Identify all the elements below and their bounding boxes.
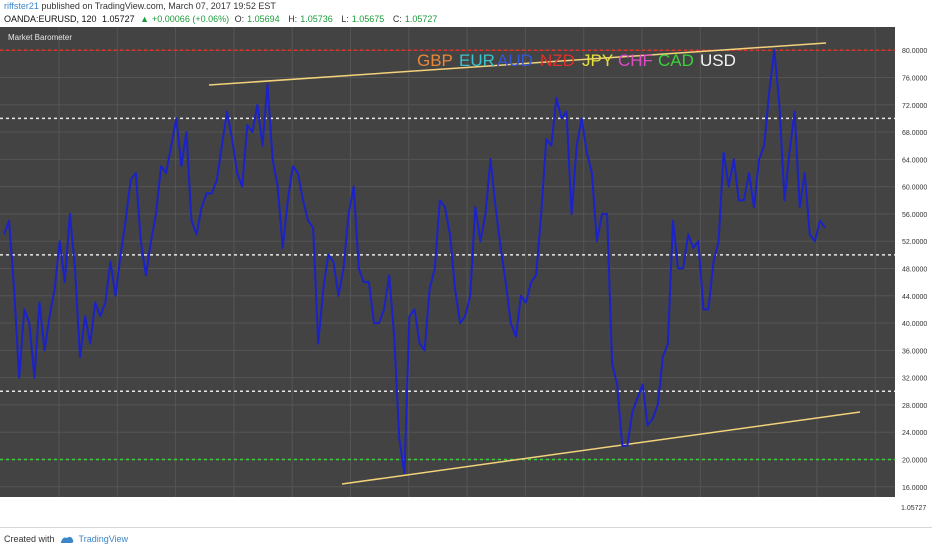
y-tick-label: 56.0000 <box>902 212 927 219</box>
y-tick-label: 64.0000 <box>902 157 927 164</box>
y-tick-label: 68.0000 <box>902 130 927 137</box>
up-arrow-icon: ▲ <box>140 14 150 24</box>
author-link[interactable]: riffster21 <box>4 1 39 11</box>
y-tick-label: 24.0000 <box>902 430 927 437</box>
legend-chf: CHF <box>618 51 653 70</box>
footer: Created with TradingView <box>4 534 128 544</box>
high-value: 1.05736 <box>300 14 333 24</box>
y-tick-label: 16.0000 <box>902 485 927 492</box>
legend-jpy: JPY <box>582 51 613 70</box>
indicator-title: Market Barometer <box>8 33 73 42</box>
y-tick-label: 48.0000 <box>902 266 927 273</box>
last-price: 1.05727 <box>102 14 135 24</box>
high-label: H: <box>288 14 298 24</box>
y-tick-label: 76.0000 <box>902 75 927 82</box>
low-value: 1.05675 <box>351 14 385 24</box>
close-label: C: <box>392 14 402 24</box>
symbol-label: OANDA:EURUSD, 120 <box>4 14 97 24</box>
chart-pane[interactable]: GBP EUR AUD NZD JPY CHF CAD USD 80.0000 76.0000 7… <box>0 27 932 515</box>
publish-info: riffster21 published on TradingView.com,… <box>4 1 276 11</box>
time-axis[interactable] <box>0 497 895 515</box>
y-tick-label: 80.0000 <box>902 48 927 55</box>
legend-eur: EUR <box>459 51 495 70</box>
legend-nzd: NZD <box>540 51 575 70</box>
close-value: 1.05727 <box>404 14 438 24</box>
low-label: L: <box>341 14 349 24</box>
symbol-info: OANDA:EURUSD, 120 1.05727 ▲ +0.00066 (+0.… <box>4 14 443 24</box>
open-label: O: <box>234 14 245 24</box>
legend-aud: AUD <box>497 51 533 70</box>
tradingview-link[interactable]: TradingView <box>79 534 129 544</box>
publish-text: published on TradingView.com, March 07, … <box>41 1 276 11</box>
y-tick-label: 20.0000 <box>902 457 927 464</box>
y-tick-label: 32.0000 <box>902 376 927 383</box>
legend-gbp: GBP <box>417 51 453 70</box>
legend-usd: USD <box>700 51 736 70</box>
open-value: 1.05694 <box>247 14 280 24</box>
y-tick-label: 60.0000 <box>902 185 927 192</box>
y-tick-label: 40.0000 <box>902 321 927 328</box>
price-change: +0.00066 (+0.06%) <box>152 14 230 24</box>
y-tick-label: 72.0000 <box>902 103 927 110</box>
legend-cad: CAD <box>658 51 694 70</box>
price-label: 1.05727 <box>901 505 926 512</box>
y-tick-label: 44.0000 <box>902 294 927 301</box>
footer-divider <box>0 527 932 528</box>
tradingview-logo-icon <box>60 536 73 543</box>
y-price-label: 1.05727 <box>901 505 926 512</box>
y-tick-label: 52.0000 <box>902 239 927 246</box>
y-tick-label: 28.0000 <box>902 403 927 410</box>
created-with-label: Created with <box>4 534 55 544</box>
y-tick-label: 36.0000 <box>902 348 927 355</box>
